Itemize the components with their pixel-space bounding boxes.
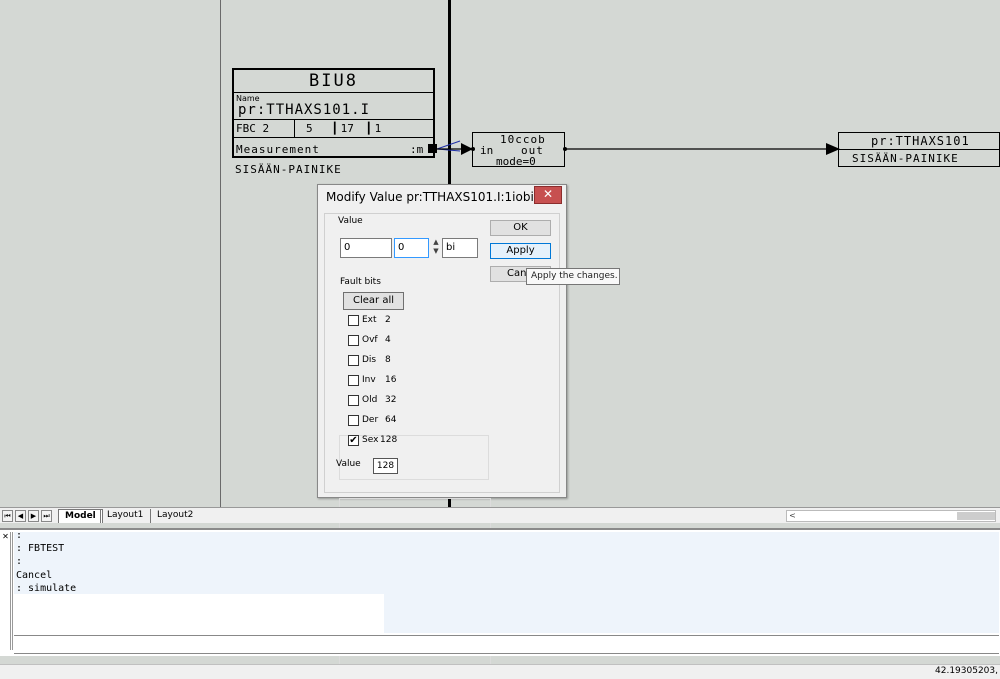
coordinate-readout: 42.19305203, — [935, 666, 998, 676]
app-window: BIU8 Name pr:TTHAXS101.I FBC 2 5 ▎17 ▎1 … — [0, 0, 1000, 679]
value-spinner[interactable]: ▲ ▼ — [430, 238, 442, 258]
fault-bit-checkbox[interactable] — [348, 315, 359, 326]
target-description: SISÄÄN-PAINIKE — [852, 152, 959, 165]
fault-bit-name: Old — [362, 395, 378, 405]
fault-value-field[interactable]: 128 — [373, 458, 398, 474]
fault-bit-value: 16 — [385, 375, 397, 385]
command-line: : simulate — [16, 583, 77, 594]
last-tab-button[interactable]: ⏭ — [41, 510, 52, 522]
command-history[interactable]: : : FBTEST : Cancel : simulate — [14, 530, 999, 633]
command-line: : — [16, 530, 23, 541]
command-input[interactable] — [14, 635, 999, 654]
last-icon: ⏭ — [43, 512, 50, 520]
command-window: ✕ : : FBTEST : Cancel : simulate — [0, 528, 1000, 656]
fault-bit-value: 32 — [385, 395, 397, 405]
ccob-in-port: in — [480, 144, 494, 157]
output-port-grip[interactable] — [428, 144, 437, 153]
tab-layout1[interactable]: Layout1 — [100, 509, 149, 523]
first-tab-button[interactable]: ⏮ — [2, 510, 13, 522]
fault-bit-checkbox[interactable] — [348, 415, 359, 426]
apply-button[interactable]: Apply — [490, 243, 551, 259]
close-icon: ✕ — [2, 532, 9, 541]
port-pin-label: :m — [410, 143, 424, 156]
fault-bit-checkbox[interactable] — [348, 355, 359, 366]
next-tab-button[interactable]: ▶ — [28, 510, 39, 522]
block-name: pr:TTHAXS101.I — [238, 102, 371, 118]
next-icon: ▶ — [30, 512, 37, 520]
dialog-title: Modify Value pr:TTHAXS101.I:1iobiu... — [326, 190, 536, 204]
value-input[interactable]: 0 — [340, 238, 392, 258]
close-icon: ✕ — [542, 187, 554, 201]
fault-bit-name: Inv — [362, 375, 376, 385]
fault-bit-checkbox[interactable] — [348, 395, 359, 406]
scroll-left-icon[interactable]: < — [787, 511, 798, 521]
ok-button[interactable]: OK — [490, 220, 551, 236]
command-history-pad — [14, 594, 384, 633]
fault-bit-name: Dis — [362, 355, 377, 365]
fault-bit-checkbox[interactable]: ✔ — [348, 435, 359, 446]
target-name: pr:TTHAXS101 — [871, 134, 970, 148]
block-title: BIU8 — [234, 70, 433, 93]
scroll-thumb[interactable] — [957, 512, 995, 520]
ccob-mode: mode=0 — [496, 155, 536, 168]
biu8-block[interactable]: BIU8 Name pr:TTHAXS101.I FBC 2 5 ▎17 ▎1 … — [232, 68, 435, 158]
target-block-separator — [838, 149, 1000, 150]
biu8-description: SISÄÄN-PAINIKE — [235, 163, 342, 176]
unit-field[interactable]: bi — [442, 238, 478, 258]
fbc-value-3: ▎1 — [368, 122, 382, 135]
fault-bit-checkbox[interactable] — [348, 375, 359, 386]
dialog-titlebar[interactable]: Modify Value pr:TTHAXS101.I:1iobiu... ✕ — [318, 185, 566, 211]
value-group-label: Value — [336, 216, 365, 226]
command-line: Cancel — [16, 570, 53, 581]
fbc-value-1: 5 — [306, 122, 313, 135]
fbc-value-2: ▎17 — [334, 122, 354, 135]
command-window-grip[interactable] — [10, 532, 13, 650]
spin-down-icon[interactable]: ▼ — [430, 247, 442, 256]
fault-bit-name: Ovf — [362, 335, 378, 345]
bit-value-input[interactable]: 0 — [394, 238, 429, 258]
fault-bit-value: 8 — [385, 355, 391, 365]
block-name-row: Name pr:TTHAXS101.I — [234, 93, 433, 120]
fbc-row: FBC 2 5 ▎17 ▎1 — [234, 120, 433, 138]
status-bar: 42.19305203, — [0, 664, 1000, 679]
measurement-port-label: Measurement — [236, 143, 320, 156]
tab-layout2[interactable]: Layout2 — [150, 509, 199, 523]
prev-tab-button[interactable]: ◀ — [15, 510, 26, 522]
fault-bits-label: Fault bits — [338, 277, 383, 287]
fault-bit-value: 2 — [385, 315, 391, 325]
fault-bit-value: 4 — [385, 335, 391, 345]
fbc-separator — [294, 120, 295, 137]
horizontal-scrollbar[interactable]: < — [786, 510, 996, 522]
fault-bit-name: Ext — [362, 315, 377, 325]
spin-up-icon[interactable]: ▲ — [430, 238, 442, 247]
close-button[interactable]: ✕ — [534, 186, 562, 204]
clear-all-button[interactable]: Clear all — [343, 292, 404, 310]
layout-tab-bar: ⏮ ◀ ▶ ⏭ Model Layout1 Layout2 < — [0, 507, 1000, 523]
command-line: : — [16, 556, 23, 567]
fbc-label: FBC 2 — [236, 122, 270, 135]
fault-bit-checkbox[interactable] — [348, 335, 359, 346]
fault-bit-name: Sex — [362, 435, 379, 445]
prev-icon: ◀ — [17, 512, 24, 520]
first-icon: ⏮ — [4, 512, 11, 520]
command-line: : FBTEST — [16, 543, 65, 554]
fault-bit-name: Der — [362, 415, 379, 425]
fault-bit-value: 64 — [385, 415, 397, 425]
command-close-button[interactable]: ✕ — [1, 533, 10, 542]
fault-bit-value: 128 — [380, 435, 398, 445]
apply-tooltip: Apply the changes. — [526, 268, 620, 285]
tab-model[interactable]: Model — [58, 509, 103, 523]
fault-value-label: Value — [336, 459, 361, 469]
